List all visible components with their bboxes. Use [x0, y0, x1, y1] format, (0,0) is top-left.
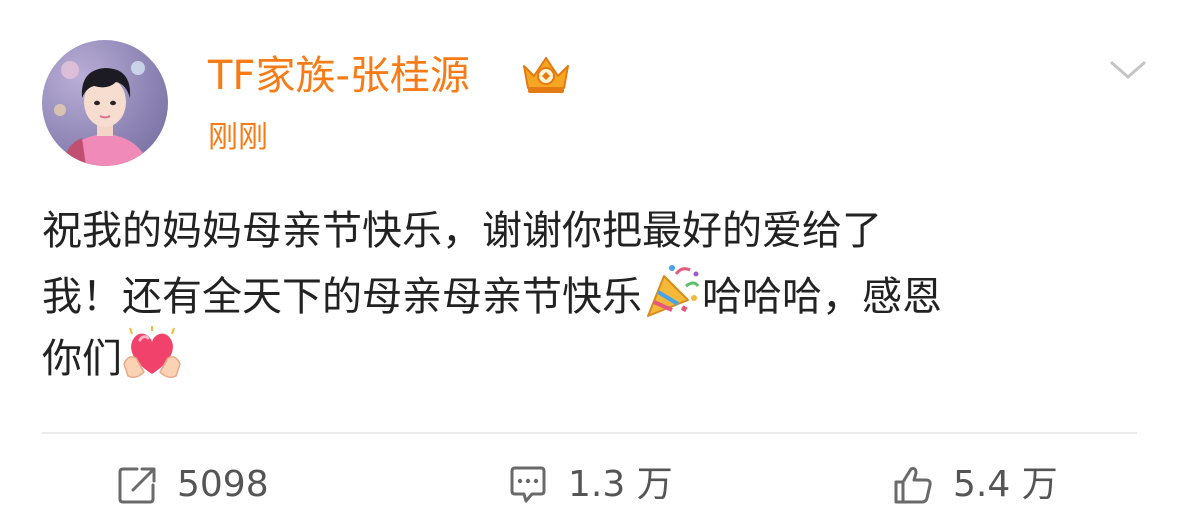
- comment-icon: [510, 466, 546, 503]
- repost-count: 5098: [177, 464, 269, 505]
- like-count: 5.4 万: [953, 464, 1058, 505]
- post-text-line-1: 祝我的妈妈母亲节快乐，谢谢你把最好的爱给了: [42, 208, 882, 254]
- post-text-segment: 哈哈哈，感恩: [702, 274, 942, 320]
- comment-count: 1.3 万: [568, 464, 673, 505]
- comment-button[interactable]: 1.3 万: [506, 460, 673, 510]
- repost-icon: [118, 467, 156, 504]
- post-text-segment: 我！还有全天下的母亲母亲节快乐: [42, 274, 642, 320]
- chevron-down-icon[interactable]: [1106, 55, 1150, 85]
- author-name[interactable]: TF家族-张桂源: [208, 52, 470, 100]
- divider: [42, 432, 1137, 434]
- weibo-post-card: TF家族-张桂源 刚刚 祝我的妈妈母亲节快乐，谢谢你把最好的爱给了 我！还有全天…: [0, 0, 1179, 516]
- repost-button[interactable]: 5098: [115, 460, 269, 510]
- crown-badge-icon[interactable]: [520, 52, 572, 96]
- post-timestamp: 刚刚: [208, 120, 268, 155]
- heart-hands-icon: [123, 326, 181, 379]
- post-content: 祝我的妈妈母亲节快乐，谢谢你把最好的爱给了 我！还有全天下的母亲母亲节快乐 哈哈…: [42, 200, 1122, 386]
- like-button[interactable]: 5.4 万: [891, 460, 1058, 510]
- post-text-line-3: 你们: [42, 324, 1122, 386]
- avatar[interactable]: [42, 40, 168, 166]
- thumbs-up-icon: [894, 467, 932, 504]
- avatar-image: [54, 61, 150, 166]
- post-text-line-2: 我！还有全天下的母亲母亲节快乐 哈哈哈，感恩: [42, 262, 1122, 324]
- post-text-segment: 你们: [42, 336, 122, 382]
- party-popper-icon: [647, 265, 700, 317]
